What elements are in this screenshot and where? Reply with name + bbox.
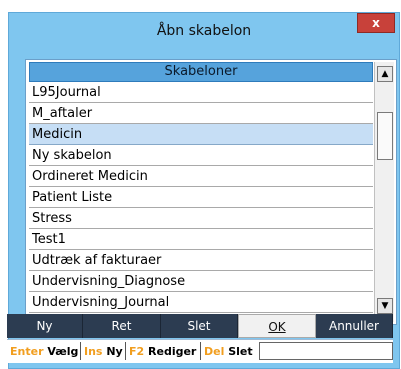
template-list-panel: Skabeloner L95Journal M_aftaler Medicin … bbox=[25, 59, 397, 325]
template-list: L95Journal M_aftaler Medicin Ny skabelon… bbox=[29, 82, 373, 313]
hotkey-separator bbox=[80, 342, 81, 360]
scroll-down-icon[interactable]: ▼ bbox=[377, 298, 393, 314]
close-button[interactable]: x bbox=[357, 13, 395, 33]
dialog-title: Åbn skabelon bbox=[156, 23, 252, 39]
button-bar: Ny Ret Slet OK Annuller bbox=[7, 314, 393, 338]
list-item[interactable]: Patient Liste bbox=[29, 187, 373, 208]
edit-button[interactable]: Ret bbox=[83, 314, 161, 338]
hotkey-f2: F2 Rediger bbox=[129, 345, 197, 358]
list-item[interactable]: Ordineret Medicin bbox=[29, 166, 373, 187]
list-item[interactable]: Udtræk af fakturaer bbox=[29, 250, 373, 271]
title-bar: Åbn skabelon x bbox=[9, 13, 399, 49]
hotkey-separator bbox=[125, 342, 126, 360]
vertical-scrollbar[interactable]: ▲ ▼ bbox=[374, 62, 394, 322]
hotkey-bar: Enter Vælg Ins Ny F2 Rediger Del Slet bbox=[7, 339, 393, 363]
list-item[interactable]: Undervisning_Diagnose bbox=[29, 271, 373, 292]
background-window bbox=[0, 0, 401, 12]
close-icon: x bbox=[372, 16, 380, 30]
cancel-button[interactable]: Annuller bbox=[316, 314, 393, 338]
list-item[interactable]: Ny skabelon bbox=[29, 145, 373, 166]
list-header[interactable]: Skabeloner bbox=[29, 62, 373, 82]
hotkey-input-field[interactable] bbox=[259, 342, 393, 360]
ok-button[interactable]: OK bbox=[238, 314, 316, 338]
cancel-label: Annuller bbox=[328, 319, 379, 333]
hotkey-ins: Ins Ny bbox=[84, 345, 123, 358]
new-button[interactable]: Ny bbox=[7, 314, 83, 338]
list-item[interactable]: Stress bbox=[29, 208, 373, 229]
list-item-selected[interactable]: Medicin bbox=[29, 124, 373, 145]
scroll-up-icon[interactable]: ▲ bbox=[377, 66, 393, 82]
hotkey-separator bbox=[200, 342, 201, 360]
ok-label: OK bbox=[268, 320, 286, 334]
delete-button[interactable]: Slet bbox=[161, 314, 238, 338]
list-item[interactable]: M_aftaler bbox=[29, 103, 373, 124]
list-item[interactable]: L95Journal bbox=[29, 82, 373, 103]
list-item[interactable]: Undervisning_Journal bbox=[29, 292, 373, 313]
hotkey-del: Del Slet bbox=[204, 345, 253, 358]
list-item[interactable]: Test1 bbox=[29, 229, 373, 250]
scroll-thumb[interactable] bbox=[377, 112, 393, 160]
hotkey-enter: Enter Vælg bbox=[10, 345, 79, 358]
